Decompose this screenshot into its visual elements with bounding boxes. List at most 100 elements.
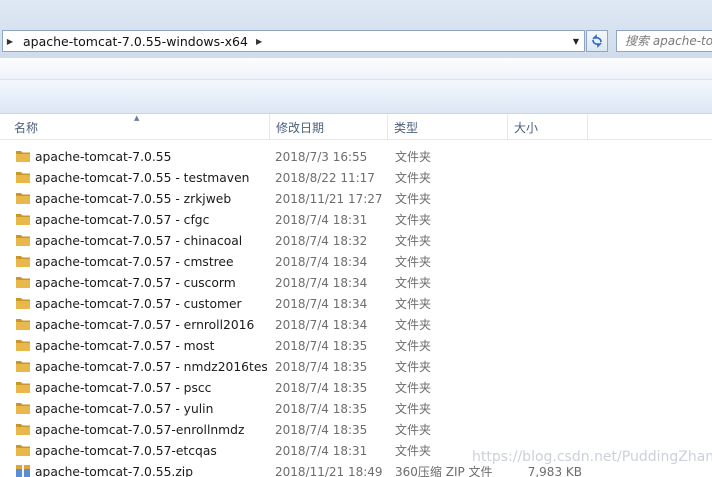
search-input[interactable] bbox=[625, 34, 712, 48]
column-header-type[interactable]: 类型 bbox=[388, 114, 508, 140]
file-modified-date: 2018/7/4 18:31 bbox=[275, 444, 368, 458]
file-size bbox=[512, 356, 582, 377]
file-type: 文件夹 bbox=[395, 339, 432, 353]
chevron-right-icon[interactable]: ▶ bbox=[252, 37, 262, 46]
folder-icon bbox=[15, 275, 31, 289]
file-type: 文件夹 bbox=[395, 171, 432, 185]
folder-icon bbox=[15, 149, 31, 163]
file-size bbox=[512, 314, 582, 335]
file-name: apache-tomcat-7.0.57 - ernroll2016 bbox=[35, 318, 255, 332]
folder-icon bbox=[15, 170, 31, 184]
refresh-icon bbox=[592, 34, 602, 48]
file-row[interactable]: apache-tomcat-7.0.55 - testmaven 2018/8/2… bbox=[0, 167, 712, 188]
file-name: apache-tomcat-7.0.57 - nmdz2016test bbox=[35, 360, 267, 374]
file-row[interactable]: apache-tomcat-7.0.57 - ernroll2016 2018/7… bbox=[0, 314, 712, 335]
file-modified-date: 2018/11/21 17:27 bbox=[275, 192, 383, 206]
file-name: apache-tomcat-7.0.57-etcqas bbox=[35, 444, 217, 458]
file-name: apache-tomcat-7.0.57 - customer bbox=[35, 297, 242, 311]
file-size bbox=[512, 293, 582, 314]
file-name: apache-tomcat-7.0.57 - yulin bbox=[35, 402, 214, 416]
file-name: apache-tomcat-7.0.57 - cfgc bbox=[35, 213, 210, 227]
file-modified-date: 2018/7/4 18:35 bbox=[275, 360, 368, 374]
file-type: 文件夹 bbox=[395, 150, 432, 164]
file-name: apache-tomcat-7.0.57 - pscc bbox=[35, 381, 212, 395]
file-type: 文件夹 bbox=[395, 381, 432, 395]
file-row[interactable]: apache-tomcat-7.0.57 - yulin 2018/7/4 18:… bbox=[0, 398, 712, 419]
file-size bbox=[512, 188, 582, 209]
file-name: apache-tomcat-7.0.55 bbox=[35, 150, 172, 164]
file-size bbox=[512, 251, 582, 272]
column-headers: ▲ 名称 修改日期 类型 大小 bbox=[0, 114, 712, 140]
file-name: apache-tomcat-7.0.57 - most bbox=[35, 339, 215, 353]
file-modified-date: 2018/7/4 18:32 bbox=[275, 234, 368, 248]
refresh-button[interactable] bbox=[586, 30, 608, 52]
file-type: 文件夹 bbox=[395, 318, 432, 332]
file-row[interactable]: apache-tomcat-7.0.57 - pscc 2018/7/4 18:3… bbox=[0, 377, 712, 398]
column-header-name[interactable]: 名称 bbox=[8, 114, 270, 140]
folder-icon bbox=[15, 380, 31, 394]
navigation-bar: ▶ apache-tomcat-7.0.55-windows-x64 ▶ ▼ bbox=[0, 0, 712, 58]
file-name: apache-tomcat-7.0.57 - chinacoal bbox=[35, 234, 243, 248]
breadcrumb-current-folder[interactable]: apache-tomcat-7.0.55-windows-x64 bbox=[17, 34, 252, 49]
folder-icon bbox=[15, 443, 31, 457]
file-type: 文件夹 bbox=[395, 297, 432, 311]
file-row[interactable]: apache-tomcat-7.0.57 - cmstree 2018/7/4 1… bbox=[0, 251, 712, 272]
file-row[interactable]: apache-tomcat-7.0.57 - cfgc 2018/7/4 18:3… bbox=[0, 209, 712, 230]
file-type: 文件夹 bbox=[395, 192, 432, 206]
file-type: 文件夹 bbox=[395, 213, 432, 227]
file-row[interactable]: apache-tomcat-7.0.57 - customer 2018/7/4 … bbox=[0, 293, 712, 314]
menu-toolbar bbox=[0, 58, 712, 80]
folder-icon bbox=[15, 338, 31, 352]
file-modified-date: 2018/7/4 18:31 bbox=[275, 213, 368, 227]
file-name: apache-tomcat-7.0.55 - zrkjweb bbox=[35, 192, 232, 206]
file-size bbox=[512, 209, 582, 230]
file-type: 文件夹 bbox=[395, 402, 432, 416]
file-modified-date: 2018/7/4 18:34 bbox=[275, 297, 368, 311]
chevron-right-icon[interactable]: ▶ bbox=[3, 37, 17, 46]
file-name: apache-tomcat-7.0.57-enrollnmdz bbox=[35, 423, 245, 437]
folder-icon bbox=[15, 191, 31, 205]
file-modified-date: 2018/8/22 11:17 bbox=[275, 171, 375, 185]
file-modified-date: 2018/7/4 18:34 bbox=[275, 276, 368, 290]
file-row[interactable]: apache-tomcat-7.0.57-enrollnmdz 2018/7/4 … bbox=[0, 419, 712, 440]
file-row[interactable]: apache-tomcat-7.0.55 - zrkjweb 2018/11/21… bbox=[0, 188, 712, 209]
file-size bbox=[512, 419, 582, 440]
file-name: apache-tomcat-7.0.55.zip bbox=[35, 465, 194, 477]
file-modified-date: 2018/11/21 18:49 bbox=[275, 465, 383, 477]
search-box[interactable] bbox=[616, 30, 712, 52]
file-type: 文件夹 bbox=[395, 234, 432, 248]
file-row[interactable]: apache-tomcat-7.0.57 - nmdz2016test 2018/… bbox=[0, 356, 712, 377]
chevron-down-icon[interactable]: ▼ bbox=[568, 37, 584, 46]
file-type: 文件夹 bbox=[395, 276, 432, 290]
file-type: 文件夹 bbox=[395, 423, 432, 437]
file-row[interactable]: apache-tomcat-7.0.57 - chinacoal 2018/7/4… bbox=[0, 230, 712, 251]
column-header-date[interactable]: 修改日期 bbox=[270, 114, 388, 140]
file-name: apache-tomcat-7.0.55 - testmaven bbox=[35, 171, 250, 185]
address-bar[interactable]: ▶ apache-tomcat-7.0.55-windows-x64 ▶ ▼ bbox=[2, 30, 585, 52]
file-row[interactable]: apache-tomcat-7.0.57 - cuscorm 2018/7/4 1… bbox=[0, 272, 712, 293]
file-name: apache-tomcat-7.0.57 - cmstree bbox=[35, 255, 234, 269]
file-type: 文件夹 bbox=[395, 255, 432, 269]
file-size bbox=[512, 230, 582, 251]
folder-icon bbox=[15, 296, 31, 310]
file-modified-date: 2018/7/4 18:35 bbox=[275, 381, 368, 395]
command-toolbar bbox=[0, 80, 712, 114]
file-type: 文件夹 bbox=[395, 360, 432, 374]
file-size bbox=[512, 377, 582, 398]
file-modified-date: 2018/7/4 18:35 bbox=[275, 423, 368, 437]
file-size bbox=[512, 335, 582, 356]
file-row[interactable]: apache-tomcat-7.0.57 - most 2018/7/4 18:3… bbox=[0, 335, 712, 356]
file-list: apache-tomcat-7.0.55 2018/7/3 16:55 文件夹 apa… bbox=[0, 146, 712, 477]
file-name: apache-tomcat-7.0.57 - cuscorm bbox=[35, 276, 236, 290]
folder-icon bbox=[15, 422, 31, 436]
file-row[interactable]: apache-tomcat-7.0.55 2018/7/3 16:55 文件夹 bbox=[0, 146, 712, 167]
column-header-size[interactable]: 大小 bbox=[508, 114, 588, 140]
file-modified-date: 2018/7/4 18:34 bbox=[275, 318, 368, 332]
folder-icon bbox=[15, 359, 31, 373]
watermark-text: https://blog.csdn.net/PuddingZhan bbox=[472, 449, 712, 465]
folder-icon bbox=[15, 401, 31, 415]
file-modified-date: 2018/7/4 18:35 bbox=[275, 339, 368, 353]
zip-archive-icon bbox=[15, 464, 31, 477]
folder-icon bbox=[15, 317, 31, 331]
file-size bbox=[512, 167, 582, 188]
